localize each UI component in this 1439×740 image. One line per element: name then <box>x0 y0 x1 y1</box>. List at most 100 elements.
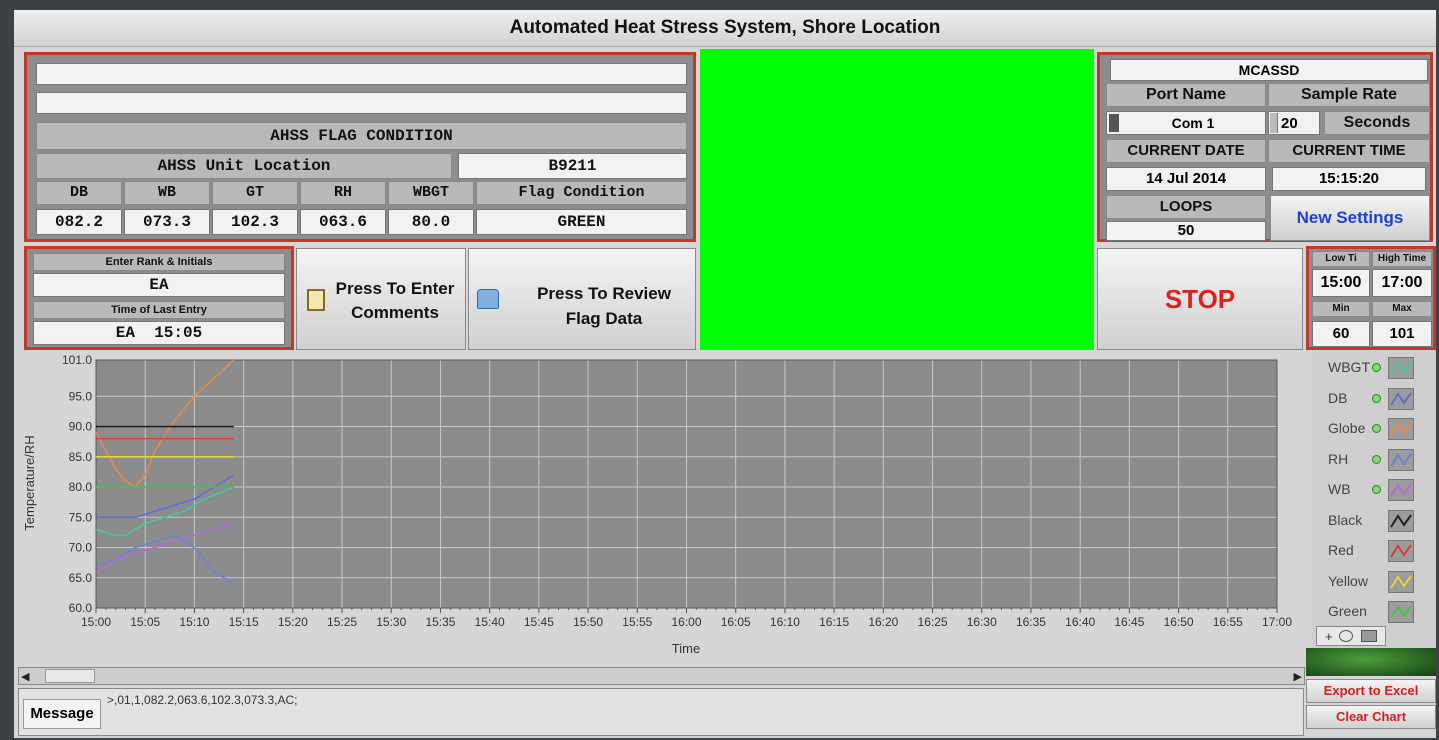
legend-swatch-icon[interactable] <box>1388 387 1414 410</box>
port-name-value: Com 1 <box>1171 115 1215 131</box>
chart-legend: WBGT DB Globe RH WB Black Red Yellow Green <box>1312 350 1436 650</box>
scroll-right-arrow-icon[interactable]: ▶ <box>1294 670 1302 683</box>
legend-item-wb[interactable]: WB <box>1328 476 1428 506</box>
current-date-value: 14 Jul 2014 <box>1106 167 1266 191</box>
y-tick-label: 85.0 <box>69 450 93 464</box>
legend-item-black[interactable]: Black <box>1328 507 1428 537</box>
message-label: Message <box>23 699 101 729</box>
port-browse-icon[interactable] <box>1109 114 1119 132</box>
legend-label: WBGT <box>1328 359 1370 375</box>
org-label: MCASSD <box>1110 59 1428 81</box>
stop-button[interactable]: STOP <box>1097 248 1303 350</box>
legend-item-rh[interactable]: RH <box>1328 446 1428 476</box>
legend-swatch-icon[interactable] <box>1388 448 1414 471</box>
legend-item-wbgt[interactable]: WBGT <box>1328 354 1428 384</box>
x-tick-label: 16:10 <box>770 615 800 629</box>
clear-chart-button[interactable]: Clear Chart <box>1306 705 1436 729</box>
legend-item-globe[interactable]: Globe <box>1328 415 1428 445</box>
last-entry-label: Time of Last Entry <box>33 301 285 319</box>
crosshair-icon[interactable]: + <box>1325 629 1333 644</box>
y-tick-label: 90.0 <box>69 420 93 434</box>
legend-swatch-icon[interactable] <box>1388 418 1414 440</box>
y-tick-label: 101.0 <box>62 353 92 367</box>
sample-rate-label: Sample Rate <box>1268 83 1430 107</box>
x-tick-label: 15:55 <box>622 615 652 629</box>
review-flag-button[interactable]: Press To Review Flag Data <box>468 248 696 350</box>
review-flag-label: Press To Review Flag Data <box>537 284 671 328</box>
chart-scrollbar[interactable]: ◀ ▶ <box>18 667 1305 685</box>
export-excel-button[interactable]: Export to Excel <box>1306 679 1436 703</box>
x-tick-label: 16:15 <box>819 615 849 629</box>
legend-swatch-icon[interactable] <box>1388 479 1414 501</box>
zoom-icon[interactable] <box>1339 630 1353 642</box>
y-tick-label: 75.0 <box>69 510 93 524</box>
legend-swatch-icon[interactable] <box>1388 601 1414 623</box>
legend-item-red[interactable]: Red <box>1328 537 1428 567</box>
legend-label: Yellow <box>1328 572 1368 589</box>
high-time-input[interactable]: 17:00 <box>1372 269 1432 297</box>
message-text: >,01,1,082.2,063.6,102.3,073.3,AC; <box>107 693 298 707</box>
port-selector[interactable]: Com 1 <box>1106 111 1266 135</box>
window-title: Automated Heat Stress System, Shore Loca… <box>14 10 1436 47</box>
flag-condition-title: AHSS FLAG CONDITION <box>36 122 687 150</box>
y-axis-label: Temperature/RH <box>22 435 37 530</box>
legend-status-dot <box>1372 485 1381 494</box>
max-input[interactable]: 101 <box>1372 321 1432 347</box>
low-time-label: Low Ti <box>1312 251 1370 267</box>
legend-label: WB <box>1328 481 1351 497</box>
current-time-value: 15:15:20 <box>1272 167 1426 191</box>
header-rh: RH <box>300 181 386 205</box>
flag-color-indicator <box>700 49 1094 350</box>
legend-status-dot <box>1372 363 1381 372</box>
current-time-label: CURRENT TIME <box>1268 139 1430 163</box>
enter-comments-button[interactable]: Press To Enter Comments <box>296 248 466 350</box>
sample-rate-unit: Seconds <box>1324 111 1430 135</box>
value-db: 082.2 <box>36 209 122 235</box>
scroll-left-arrow-icon[interactable]: ◀ <box>21 670 29 683</box>
loops-label: LOOPS <box>1106 195 1266 219</box>
status-field-2 <box>36 92 687 114</box>
legend-swatch-icon[interactable] <box>1388 540 1414 562</box>
header-wb: WB <box>124 181 210 205</box>
legend-item-yellow[interactable]: Yellow <box>1328 568 1428 598</box>
legend-swatch-icon[interactable] <box>1388 570 1414 593</box>
enter-comments-label: Press To Enter Comments <box>335 279 455 322</box>
legend-swatch-icon[interactable] <box>1388 509 1414 532</box>
scroll-thumb[interactable] <box>45 669 95 683</box>
legend-label: Green <box>1328 603 1367 619</box>
plot-tools[interactable]: + <box>1316 626 1386 646</box>
pan-icon[interactable] <box>1361 630 1377 642</box>
min-input[interactable]: 60 <box>1312 321 1370 347</box>
clipboard-icon <box>307 289 325 311</box>
x-axis-label: Time <box>672 641 700 656</box>
legend-label: Globe <box>1328 420 1366 436</box>
x-tick-label: 15:05 <box>130 615 160 629</box>
x-tick-label: 15:10 <box>179 615 209 629</box>
new-settings-button[interactable]: New Settings <box>1270 195 1430 241</box>
chart-indicator-panel <box>1306 648 1436 676</box>
unit-location-label: AHSS Unit Location <box>36 153 452 179</box>
current-date-label: CURRENT DATE <box>1106 139 1266 163</box>
x-tick-label: 15:35 <box>425 615 455 629</box>
chart-area: 15:00 15:05 15:10 15:15 15:20 15:25 15:30 15:35… <box>14 350 1307 666</box>
x-tick-label: 16:55 <box>1213 615 1243 629</box>
unit-location-value[interactable]: B9211 <box>458 153 687 179</box>
value-wb: 073.3 <box>124 209 210 235</box>
legend-swatch-icon[interactable] <box>1388 357 1414 379</box>
y-tick-label: 60.0 <box>69 601 93 615</box>
header-gt: GT <box>212 181 298 205</box>
x-tick-label: 16:40 <box>1065 615 1095 629</box>
x-tick-label: 15:30 <box>376 615 406 629</box>
legend-label: RH <box>1328 450 1349 467</box>
high-time-label: High Time <box>1372 251 1432 267</box>
x-tick-label: 16:00 <box>671 615 701 629</box>
sample-rate-stepper[interactable]: 20 <box>1268 111 1320 135</box>
legend-item-green[interactable]: Green <box>1328 598 1428 628</box>
low-time-input[interactable]: 15:00 <box>1312 269 1370 297</box>
legend-item-db[interactable]: DB <box>1328 385 1428 415</box>
stepper-arrows-icon[interactable] <box>1270 113 1278 133</box>
value-rh: 063.6 <box>300 209 386 235</box>
rank-initials-input[interactable]: EA <box>33 273 285 297</box>
y-tick-label: 65.0 <box>69 571 93 585</box>
x-tick-label: 16:30 <box>967 615 997 629</box>
